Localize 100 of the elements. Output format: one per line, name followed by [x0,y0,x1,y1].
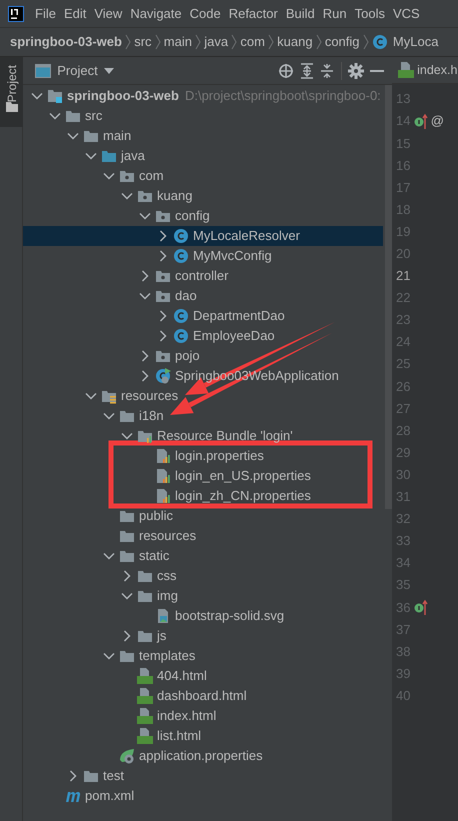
tree-item[interactable]: springboo-03-web D:\project\springboot\springboo-0: [23,86,383,106]
tree-item[interactable]: com [23,166,383,186]
properties-file-icon [155,468,171,484]
implemented-marker-icon[interactable] [414,113,428,130]
properties-file-icon [155,448,171,464]
editor-tab[interactable]: index.h [392,57,458,84]
tree-item[interactable]: login.properties [23,446,383,466]
tree-item[interactable]: resources [23,526,383,546]
chevron-icon [362,34,369,50]
package-icon [137,188,153,204]
breadcrumb-item[interactable]: com [240,32,265,52]
tree-item[interactable]: bootstrap-solid.svg [23,606,383,626]
tree-item[interactable]: test [23,766,383,786]
chevron-icon [316,34,322,50]
tree-item[interactable]: EmployeeDao [23,326,383,346]
class-icon [372,34,388,50]
menu-item[interactable]: Edit [60,4,90,24]
tree-item[interactable]: login_en_US.properties [23,466,383,486]
tree-item[interactable]: java [23,146,383,166]
class-icon [173,308,189,324]
menu-item[interactable]: View [90,4,126,24]
html-file-icon [137,668,153,684]
collapse-all-icon[interactable] [320,62,334,78]
tree-item[interactable]: application.properties [23,746,383,766]
folder-icon [65,108,81,124]
breadcrumb-item[interactable]: config [324,32,360,52]
breadcrumb-item[interactable]: src [134,32,152,52]
class-icon [155,368,171,384]
window-icon [35,64,51,78]
tree-item[interactable]: templates [23,646,383,666]
tree-item[interactable]: src [23,106,383,126]
settings-icon[interactable] [348,62,364,78]
tree-item[interactable]: config [23,206,383,226]
package-icon [155,288,171,304]
tree-item[interactable]: css [23,566,383,586]
class-icon [173,328,189,344]
tree-item[interactable]: MyMvcConfig [23,246,383,266]
breadcrumb-item[interactable]: springboo-03-web [10,32,122,52]
tree-item[interactable]: controller [23,266,383,286]
chevron-icon [125,34,132,50]
html-file-icon [137,708,153,724]
menu-item[interactable]: Refactor [224,4,282,24]
annotation-symbol: @ [430,112,444,130]
expand-all-icon[interactable] [300,62,314,78]
tree-item[interactable]: main [23,126,383,146]
tree-item[interactable]: DepartmentDao [23,306,383,326]
folder-icon [6,102,18,112]
package-icon [155,268,171,284]
tree-item[interactable]: static [23,546,383,566]
module-icon [47,88,63,104]
chevron-icon [231,34,238,50]
tree-item[interactable]: pom.xml [23,786,383,806]
menu-item[interactable]: VCS [388,4,424,24]
implemented-marker-icon[interactable] [414,599,428,616]
package-icon [155,208,171,224]
folder-icon [119,408,135,424]
folder-icon [137,568,153,584]
folder-icon [137,588,153,604]
tree-item[interactable]: pojo [23,346,383,366]
menu-item[interactable]: Code [186,4,225,24]
html-file-icon [137,728,153,744]
tree-item[interactable]: public [23,506,383,526]
tree-item[interactable]: list.html [23,726,383,746]
tree-item[interactable]: js [23,626,383,646]
source-folder-icon [101,148,117,164]
menu-item[interactable]: Build [282,4,319,24]
tree-item[interactable]: 404.html [23,666,383,686]
tree-item[interactable]: Resource Bundle 'login' [23,426,383,446]
html-file-icon [398,62,414,78]
locate-icon[interactable] [278,62,294,78]
tree-item[interactable]: login_zh_CN.properties [23,486,383,506]
tree-item[interactable]: img [23,586,383,606]
package-icon [119,168,135,184]
chevron-icon [154,34,161,50]
tree-item[interactable]: MyLocaleResolver [23,226,383,246]
package-icon [155,348,171,364]
tree-item[interactable]: index.html [23,706,383,726]
panel-title[interactable]: Project [57,60,98,80]
breadcrumb-item[interactable]: kuang [277,32,313,52]
menu-item[interactable]: Navigate [126,4,186,24]
breadcrumb-item[interactable]: java [204,32,228,52]
breadcrumb-item[interactable]: main [164,32,192,52]
menu-item[interactable]: Run [318,4,351,24]
folder-icon [119,528,135,544]
html-file-icon [137,688,153,704]
side-tab[interactable]: Project [0,57,23,127]
tree-item[interactable]: dashboard.html [23,686,383,706]
tree-item[interactable]: kuang [23,186,383,206]
bundle-folder-icon [137,428,153,444]
menu-item[interactable]: Tools [350,4,389,24]
tree-item[interactable]: resources [23,386,383,406]
tree-item[interactable]: dao [23,286,383,306]
folder-icon [119,648,135,664]
breadcrumb-item[interactable]: MyLoca [392,32,438,52]
tree-item[interactable]: i18n [23,406,383,426]
folder-icon [83,128,99,144]
caret-icon [104,68,114,74]
class-icon [173,228,189,244]
image-file-icon [155,608,171,624]
menu-item[interactable]: File [31,4,60,24]
